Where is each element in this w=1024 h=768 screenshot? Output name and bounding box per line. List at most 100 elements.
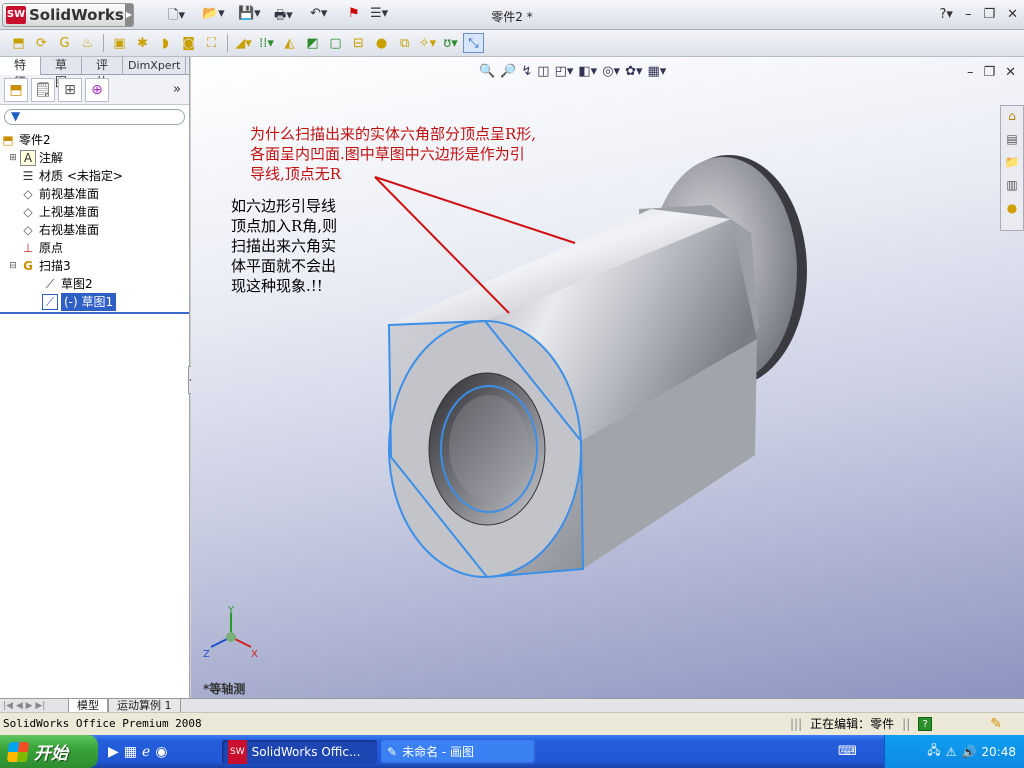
linear-pattern-icon[interactable]: ⁞⁞▾ bbox=[256, 33, 277, 53]
curves-icon[interactable]: ʊ▾ bbox=[440, 33, 461, 53]
dimxpert-manager-icon[interactable]: ⊕ bbox=[85, 77, 109, 102]
expand-panel-icon[interactable]: » bbox=[173, 82, 181, 97]
tree-item-sketch1[interactable]: ⟋ (-) 草图1 bbox=[0, 293, 189, 311]
tree-item-origin[interactable]: ⊥ 原点 bbox=[0, 239, 189, 257]
close-button[interactable]: ✕ bbox=[1007, 7, 1018, 22]
tree-item-right-plane[interactable]: ◇ 右视基准面 bbox=[0, 221, 189, 239]
show-desktop-icon[interactable]: ▦ bbox=[124, 744, 137, 760]
expand-icon[interactable]: ⊞ bbox=[8, 149, 18, 167]
property-manager-icon[interactable]: 🗒 bbox=[31, 77, 55, 102]
lofted-cut-icon[interactable]: ⛶ bbox=[201, 33, 222, 53]
open-icon[interactable]: 📂▾ bbox=[202, 6, 225, 24]
status-right: ||| 正在编辑：零件 || ? ✎ bbox=[790, 713, 1002, 735]
media-player-icon[interactable]: ▶ bbox=[108, 744, 119, 760]
volume-icon[interactable]: 🔊 bbox=[961, 745, 976, 759]
revolved-boss-icon[interactable]: ⟳ bbox=[31, 33, 52, 53]
viewport-close-button[interactable]: ✕ bbox=[1005, 65, 1016, 80]
save-icon[interactable]: 💾▾ bbox=[238, 6, 261, 24]
rollback-bar[interactable] bbox=[0, 312, 189, 314]
tab-model[interactable]: 模型 bbox=[68, 698, 108, 713]
display-style-icon[interactable]: ◧▾ bbox=[578, 64, 597, 79]
solidworks-menu-button[interactable]: SW SolidWorks ▶ bbox=[2, 3, 134, 27]
lofted-boss-icon[interactable]: ♨ bbox=[77, 33, 98, 53]
fillet-icon[interactable]: ◢▾ bbox=[233, 33, 254, 53]
part-model[interactable] bbox=[388, 155, 807, 578]
shell-icon[interactable]: ▢ bbox=[325, 33, 346, 53]
tree-item-front-plane[interactable]: ◇ 前视基准面 bbox=[0, 185, 189, 203]
tab-dimxpert[interactable]: DimXpert bbox=[123, 57, 187, 75]
security-icon[interactable]: ⚠ bbox=[946, 745, 957, 759]
toolbar-separator bbox=[227, 34, 228, 52]
tree-item-top-plane[interactable]: ◇ 上视基准面 bbox=[0, 203, 189, 221]
annotation-icon: A bbox=[20, 150, 36, 166]
keyboard-icon[interactable]: ⌨ bbox=[838, 744, 857, 759]
graphics-area[interactable]: Y X Z 🔍 🔎 ↯ ◫ ◰▾ ◧▾ ◎▾ ✿▾ ▦▾ – ❐ ✕ ⌂ ▤ 📁… bbox=[191, 57, 1024, 698]
tree-filter-input[interactable]: ▼ bbox=[4, 109, 185, 125]
rebuild-icon[interactable]: ⚑ bbox=[348, 6, 360, 24]
draft-icon[interactable]: ◩ bbox=[302, 33, 323, 53]
feature-tree-icon[interactable]: ⬒ bbox=[4, 77, 28, 102]
file-explorer-icon[interactable]: 📁 bbox=[1003, 155, 1021, 175]
tab-sketch[interactable]: 草图 bbox=[41, 57, 83, 89]
tree-item-sweep[interactable]: ⊟ G 扫描3 bbox=[0, 257, 189, 275]
start-button[interactable]: 开始 bbox=[0, 735, 98, 768]
tree-item-material[interactable]: ☰ 材质 <未指定> bbox=[0, 167, 189, 185]
view-orientation-icon[interactable]: ◰▾ bbox=[555, 64, 574, 79]
reference-geometry-icon[interactable]: ✧▾ bbox=[417, 33, 438, 53]
wrap-icon[interactable]: ⊟ bbox=[348, 33, 369, 53]
taskbar-solidworks[interactable]: SW SolidWorks Offic... bbox=[222, 739, 377, 764]
swept-boss-icon[interactable]: G bbox=[54, 33, 75, 53]
restore-button[interactable]: ❐ bbox=[983, 7, 995, 22]
ie-icon[interactable]: ℯ bbox=[142, 744, 150, 760]
instant3d-icon[interactable]: ⤡ bbox=[463, 33, 484, 53]
clock: 20:48 bbox=[981, 744, 1016, 759]
tab-evaluate[interactable]: 评估 bbox=[82, 57, 124, 89]
tree-item-label: (-) 草图1 bbox=[61, 293, 117, 311]
edit-appearance-icon[interactable]: ✿▾ bbox=[625, 64, 642, 79]
options-icon[interactable]: ☰▾ bbox=[370, 6, 388, 24]
revolved-cut-icon[interactable]: ◗ bbox=[155, 33, 176, 53]
mirror-icon[interactable]: ⧉ bbox=[394, 33, 415, 53]
tree-root[interactable]: ⬒ 零件2 bbox=[0, 131, 189, 149]
configuration-manager-icon[interactable]: ⊞ bbox=[58, 77, 82, 102]
view-settings-icon[interactable]: ▦▾ bbox=[648, 64, 667, 79]
tab-scroll-arrows-icon[interactable]: |◀ ◀ ▶ ▶| bbox=[0, 701, 68, 711]
taskbar-paint[interactable]: ✎ 未命名 - 画图 bbox=[381, 739, 536, 764]
collapse-icon[interactable]: ⊟ bbox=[8, 257, 18, 275]
hide-show-items-icon[interactable]: ◎▾ bbox=[602, 64, 620, 79]
minimize-button[interactable]: – bbox=[965, 7, 972, 22]
section-view-icon[interactable]: ◫ bbox=[537, 64, 549, 79]
print-icon[interactable]: 🖶▾ bbox=[274, 6, 293, 24]
tab-motion-study[interactable]: 运动算例 1 bbox=[108, 698, 181, 713]
menu-expand-icon[interactable]: ▶ bbox=[125, 4, 133, 26]
tree-item-sketch2[interactable]: ⟋ 草图2 bbox=[0, 275, 189, 293]
view-palette-icon[interactable]: ▥ bbox=[1003, 178, 1021, 198]
start-label: 开始 bbox=[34, 744, 68, 764]
browser-icon[interactable]: ◉ bbox=[155, 744, 167, 760]
network-icon[interactable]: 🖧 bbox=[927, 741, 940, 762]
appearances-icon[interactable]: ● bbox=[1003, 201, 1021, 221]
tag-icon[interactable]: ✎ bbox=[990, 713, 1002, 735]
viewport-minimize-button[interactable]: – bbox=[967, 65, 974, 80]
triad-y-label: Y bbox=[227, 605, 235, 616]
extruded-boss-icon[interactable]: ⬒ bbox=[8, 33, 29, 53]
viewport-restore-button[interactable]: ❐ bbox=[983, 65, 995, 80]
tree-item-label: 注解 bbox=[39, 151, 64, 165]
zoom-to-area-icon[interactable]: 🔎 bbox=[500, 64, 516, 79]
tab-features[interactable]: 特征 bbox=[0, 57, 42, 89]
hole-wizard-icon[interactable]: ✱ bbox=[132, 33, 153, 53]
new-document-icon[interactable]: 🗋▾ bbox=[168, 6, 185, 24]
design-library-icon[interactable]: ▤ bbox=[1003, 132, 1021, 152]
help-icon[interactable]: ?▾ bbox=[940, 7, 953, 22]
swept-cut-icon[interactable]: ◙ bbox=[178, 33, 199, 53]
tree-item-annotations[interactable]: ⊞ A 注解 bbox=[0, 149, 189, 167]
solidworks-resources-icon[interactable]: ⌂ bbox=[1003, 109, 1021, 129]
zoom-to-fit-icon[interactable]: 🔍 bbox=[479, 64, 495, 79]
dome-icon[interactable]: ● bbox=[371, 33, 392, 53]
previous-view-icon[interactable]: ↯ bbox=[521, 64, 532, 79]
undo-icon[interactable]: ↶▾ bbox=[310, 6, 327, 24]
extruded-cut-icon[interactable]: ▣ bbox=[109, 33, 130, 53]
rib-icon[interactable]: ◭ bbox=[279, 33, 300, 53]
solidworks-logo-icon: SW bbox=[6, 6, 26, 24]
help-status-icon[interactable]: ? bbox=[918, 717, 933, 731]
